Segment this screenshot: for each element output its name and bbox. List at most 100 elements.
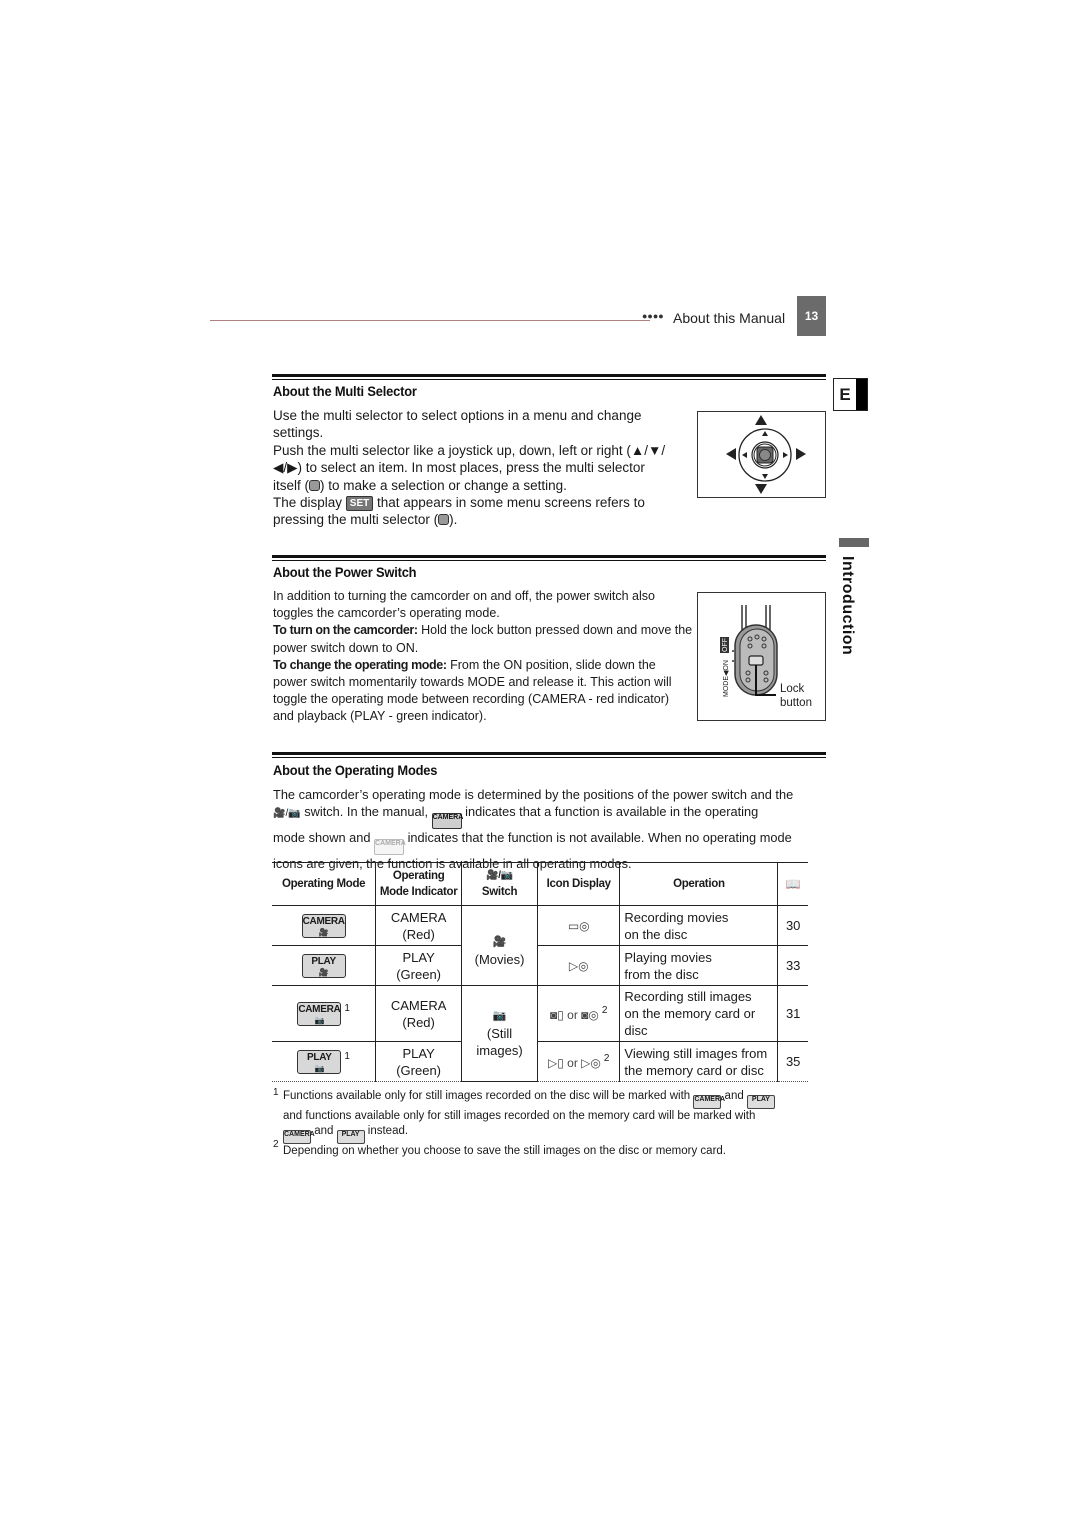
footnote-ref: 1 <box>344 1050 350 1062</box>
switch-label: images) <box>476 1043 523 1058</box>
operating-modes-body: The camcorder’s operating mode is determ… <box>273 786 833 872</box>
badge-glyph: 🎥 <box>318 967 329 977</box>
icon-display-cell: ▭◎ <box>537 905 620 946</box>
switch-label: (Still <box>486 1026 513 1041</box>
play-photo-mode-icon: PLAY 📷 <box>297 1049 342 1074</box>
text: instead. <box>364 1124 409 1137</box>
lock-label-line2: button <box>780 697 812 709</box>
section-rule <box>272 374 826 380</box>
operating-modes-line2: 🎥/📷 switch. In the manual, CAMERA indica… <box>273 803 833 830</box>
camera-card-badge-icon: CAMERA <box>283 1129 315 1144</box>
indicator-line1: PLAY <box>402 949 435 965</box>
header-indicator-line2: Mode Indicator <box>379 886 458 898</box>
svg-text:OFF: OFF <box>722 638 729 652</box>
camera-photo-mode-icon: CAMERA 📷 <box>297 1001 342 1026</box>
page-number: 13 <box>797 296 826 336</box>
table-header-row: Operating Mode Operating Mode Indicator … <box>272 862 808 906</box>
mode-cell: CAMERA 📷 1 <box>272 985 376 1042</box>
language-tab-block <box>856 379 867 410</box>
text: and <box>721 1090 747 1102</box>
footnotes: 1 Functions available only for still ima… <box>273 1087 833 1159</box>
indicator-line2: (Red) <box>402 926 435 942</box>
text: pressing the multi selector ( <box>273 512 439 528</box>
mode-cell: CAMERA 🎥 <box>272 905 376 946</box>
camera-mode-inactive-icon: CAMERA <box>374 839 406 856</box>
indicator-line2: (Green) <box>396 1062 442 1078</box>
page-reference-icon: 📖 <box>777 862 808 906</box>
text: and functions available only for still i… <box>283 1110 756 1122</box>
header-indicator-line1: Operating <box>392 870 445 882</box>
disc-movie-play-icon: ▷◎ <box>568 959 589 973</box>
switch-cell-still: 📷 (Still images) <box>461 985 538 1082</box>
table-row: PLAY 🎥 PLAY (Green) ▷◎ Playing movies from … <box>272 945 808 986</box>
footnote-number: 1 <box>273 1087 279 1098</box>
multi-selector-para2c: itself ( ) to make a selection or change … <box>273 477 688 494</box>
switch-position-label: MODE◀ON <box>723 660 730 697</box>
icon-display-cell: ▷◎ <box>537 945 620 986</box>
mode-cell: PLAY 📷 1 <box>272 1041 376 1082</box>
lock-label-line1: Lock <box>780 683 805 695</box>
text: Depending on whether you choose to save … <box>283 1144 726 1157</box>
switch-label: (Movies) <box>474 951 525 967</box>
text: indicates that a function is available i… <box>461 804 759 820</box>
power-switch-turn-on: To turn on the camcorder: Hold the lock … <box>273 622 693 656</box>
header-rule <box>210 320 650 321</box>
mode-cell: PLAY 🎥 <box>272 945 376 986</box>
play-movie-mode-icon: PLAY 🎥 <box>301 953 346 978</box>
multi-selector-para3: The display SET that appears in some men… <box>273 494 688 512</box>
table-row: CAMERA 📷 1 CAMERA (Red) 📷 (Still images) ◙▯ o… <box>272 985 808 1082</box>
indicator-line2: (Red) <box>402 1014 435 1030</box>
header-switch-label: Switch <box>481 886 518 898</box>
operation-line: on the memory card or <box>624 1006 756 1021</box>
camera-disc-badge-icon: CAMERA <box>693 1095 725 1109</box>
badge-label: CAMERA <box>298 1003 341 1015</box>
operating-modes-title: About the Operating Modes <box>273 762 438 778</box>
section-rule <box>272 752 826 758</box>
badge-label: PLAY <box>311 955 336 967</box>
footnote-ref: 2 <box>603 1053 610 1065</box>
operation-line: Playing movies <box>624 949 712 965</box>
text: itself ( <box>273 477 310 493</box>
text: mode shown and <box>273 830 375 846</box>
operation-cell: Recording movies on the disc <box>619 905 778 946</box>
indicator-line1: CAMERA <box>390 909 447 925</box>
footnote-ref: 2 <box>601 1005 608 1017</box>
multi-selector-para2a: Push the multi selector like a joystick … <box>273 442 666 458</box>
switch-cell-movies: 🎥 (Movies) <box>461 905 538 986</box>
text: ) to make a selection or change a settin… <box>320 477 567 493</box>
multi-selector-para3b: pressing the multi selector (). <box>273 511 688 528</box>
indicator-line2: (Green) <box>396 966 442 982</box>
multi-selector-figure <box>697 411 826 498</box>
operating-modes-table: Operating Mode Operating Mode Indicator … <box>272 862 808 1082</box>
power-switch-intro: In addition to turning the camcorder on … <box>273 589 655 621</box>
movie-photo-switch-icon: 🎥/📷 <box>273 808 301 820</box>
lock-button-label: Lock button <box>780 682 812 710</box>
disc-movie-record-icon: ▭◎ <box>567 919 590 933</box>
page-cell: 35 <box>777 1041 808 1082</box>
still-record-icons: ◙▯ or ◙◎ <box>549 1007 599 1022</box>
multi-selector-body: Use the multi selector to select options… <box>273 407 688 529</box>
camera-movie-mode-icon: CAMERA 🎥 <box>301 913 346 938</box>
turn-on-label: To turn on the camcorder: <box>273 623 418 638</box>
header-operation: Operation <box>619 862 778 906</box>
still-play-icons: ▷▯ or ▷◎ <box>548 1055 601 1070</box>
power-switch-figure: MODE◀ON OFF Lock button <box>697 592 826 721</box>
text: The display <box>273 495 346 511</box>
language-tab: E <box>833 378 868 411</box>
indicator-cell: CAMERA (Red) <box>375 985 462 1042</box>
power-switch-body: In addition to turning the camcorder on … <box>273 588 693 726</box>
table-row: PLAY 📷 1 PLAY (Green) ▷▯ or ▷◎ 2 Viewing sti… <box>272 1041 808 1082</box>
movie-photo-switch-icon: 🎥/📷 <box>486 870 513 881</box>
power-switch-change-mode: To change the operating mode: From the O… <box>273 657 693 726</box>
operation-line: on the disc <box>624 926 688 942</box>
operation-cell: Viewing still images from the memory card… <box>619 1041 778 1082</box>
chapter-label: Introduction <box>839 556 856 656</box>
text: indicates that the function is not avail… <box>404 830 792 846</box>
indicator-cell: CAMERA (Red) <box>375 905 462 946</box>
badge-glyph: 📷 <box>314 1063 325 1073</box>
operating-modes-line1: The camcorder’s operating mode is determ… <box>273 787 794 802</box>
page-cell: 33 <box>777 945 808 986</box>
operation-line: the memory card or disc <box>624 1062 764 1078</box>
page-cell: 31 <box>777 985 808 1042</box>
footnote-2: 2 Depending on whether you choose to sav… <box>273 1139 833 1159</box>
